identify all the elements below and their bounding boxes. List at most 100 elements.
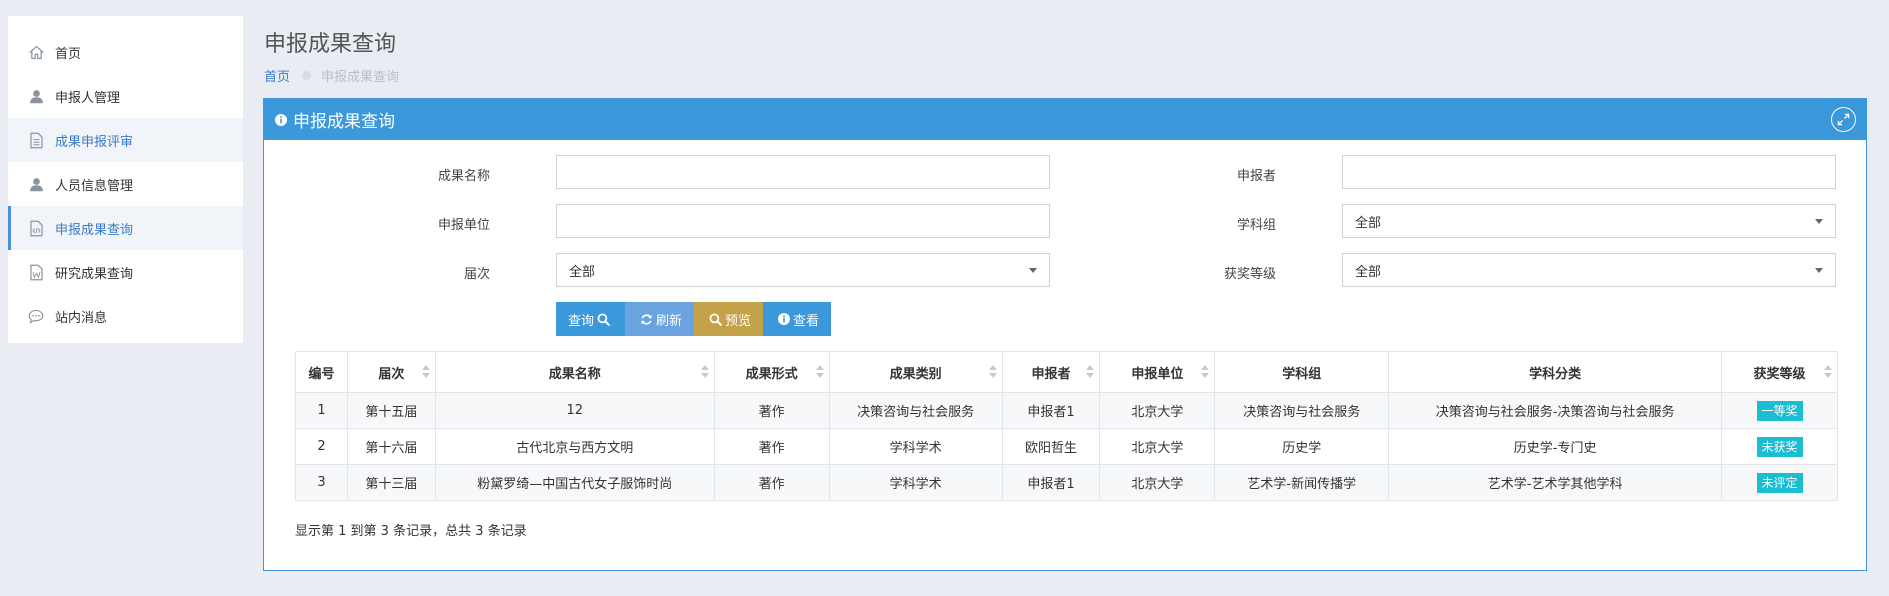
declaring-unit-label: 申报单位 <box>437 218 490 233</box>
query-button-label: 查询 <box>568 313 595 329</box>
sidebar-item-achievement-query[interactable]: 申报成果查询 <box>8 206 243 250</box>
sort-icon <box>988 365 997 378</box>
column-header-name[interactable]: 成果名称 <box>434 351 715 393</box>
query-button[interactable]: 查询 <box>556 302 626 336</box>
table-cell: 北京大学 <box>1099 464 1216 501</box>
subject-group-value: 全部 <box>1355 215 1382 231</box>
sort-icon <box>1086 365 1095 378</box>
table-cell: 著作 <box>713 392 830 429</box>
sidebar-item-achievement-review[interactable]: 成果申报评审 <box>8 118 243 162</box>
sidebar: 首页 申报人管理 成果申报评审 人员信息管理 申报成果查询 研究成果查询 站内消… <box>8 16 243 343</box>
award-level-select[interactable]: 全部 <box>1342 253 1836 287</box>
expand-icon <box>1837 113 1850 126</box>
panel-header: 申报成果查询 <box>264 99 1866 140</box>
breadcrumb-current: 申报成果查询 <box>321 70 400 85</box>
panel-title: 申报成果查询 <box>293 112 395 132</box>
table-row[interactable]: 3 第十三届 粉黛罗绮—中国古代女子服饰时尚 著作 学科学术 申报者1 北京大学… <box>295 464 1838 501</box>
sidebar-item-home[interactable]: 首页 <box>8 30 243 74</box>
table-cell: 3 <box>295 464 348 501</box>
session-label: 届次 <box>463 267 490 282</box>
column-header-unit[interactable]: 申报单位 <box>1099 351 1216 393</box>
sidebar-item-label: 申报人管理 <box>55 90 121 106</box>
chat-icon <box>26 306 46 326</box>
chevron-down-icon <box>1815 219 1823 224</box>
table-cell: 未获奖 <box>1721 428 1838 465</box>
table-cell: 著作 <box>713 464 830 501</box>
refresh-icon <box>637 313 656 326</box>
table-cell: 艺术学-新闻传播学 <box>1214 464 1390 501</box>
sidebar-item-label: 首页 <box>55 46 82 62</box>
table-cell: 申报者1 <box>1001 464 1101 501</box>
breadcrumb-home-link[interactable]: 首页 <box>264 66 290 85</box>
sort-icon <box>1201 365 1210 378</box>
info-icon <box>275 113 287 126</box>
preview-button[interactable]: 预览 <box>694 302 764 336</box>
sidebar-item-label: 人员信息管理 <box>55 178 134 194</box>
chevron-down-icon <box>1815 268 1823 273</box>
sidebar-item-label: 研究成果查询 <box>55 266 134 282</box>
table-cell: 12 <box>434 392 715 429</box>
sidebar-item-personnel-management[interactable]: 人员信息管理 <box>8 162 243 206</box>
sort-icon <box>815 365 824 378</box>
table-cell: 学科学术 <box>828 464 1003 501</box>
table-cell: 第十三届 <box>346 464 436 501</box>
table-cell: 1 <box>295 392 348 429</box>
column-header-category[interactable]: 成果类别 <box>828 351 1003 393</box>
column-header-subject-classification: 学科分类 <box>1388 351 1723 393</box>
table-cell: 艺术学-艺术学其他学科 <box>1388 464 1723 501</box>
column-header-session[interactable]: 届次 <box>346 351 436 393</box>
document-icon <box>26 130 46 150</box>
achievement-name-label: 成果名称 <box>437 169 490 184</box>
subject-group-select[interactable]: 全部 <box>1342 204 1836 238</box>
view-button[interactable]: 查看 <box>763 302 832 336</box>
award-badge: 一等奖 <box>1756 400 1803 421</box>
query-panel: 申报成果查询 成果名称 申报者 申报单位 学科组 全部 届次 全部 获奖等级 全… <box>263 98 1867 571</box>
user-icon <box>26 174 46 194</box>
sidebar-item-messages[interactable]: 站内消息 <box>8 294 243 338</box>
refresh-button[interactable]: 刷新 <box>625 302 695 336</box>
declarer-input[interactable] <box>1342 155 1836 189</box>
table-cell: 古代北京与西方文明 <box>434 428 715 465</box>
sidebar-item-declarer-management[interactable]: 申报人管理 <box>8 74 243 118</box>
table-row[interactable]: 2 第十六届 古代北京与西方文明 著作 学科学术 欧阳哲生 北京大学 历史学 历… <box>295 428 1838 465</box>
sort-icon <box>1824 365 1832 378</box>
session-value: 全部 <box>569 264 596 280</box>
table-cell: 第十六届 <box>346 428 436 465</box>
sort-icon <box>421 365 430 378</box>
table-cell: 决策咨询与社会服务-决策咨询与社会服务 <box>1388 392 1723 429</box>
table-cell: 申报者1 <box>1001 392 1101 429</box>
column-header-declarer[interactable]: 申报者 <box>1001 351 1101 393</box>
sidebar-item-research-query[interactable]: 研究成果查询 <box>8 250 243 294</box>
subject-group-label: 学科组 <box>1236 218 1276 233</box>
expand-button[interactable] <box>1831 107 1856 132</box>
table-cell: 一等奖 <box>1721 392 1838 429</box>
table-cell: 著作 <box>713 428 830 465</box>
info-icon <box>775 313 793 325</box>
award-level-value: 全部 <box>1355 264 1382 280</box>
pagination-summary: 显示第 1 到第 3 条记录，总共 3 条记录 <box>295 524 527 539</box>
sidebar-item-label: 成果申报评审 <box>55 134 134 150</box>
code-file-icon <box>26 218 46 238</box>
column-header-award-level[interactable]: 获奖等级 <box>1721 351 1838 393</box>
table-cell: 决策咨询与社会服务 <box>1214 392 1390 429</box>
column-header-subject-group: 学科组 <box>1214 351 1390 393</box>
view-button-label: 查看 <box>793 313 820 329</box>
preview-button-label: 预览 <box>725 313 752 329</box>
table-cell: 学科学术 <box>828 428 1003 465</box>
table-cell: 北京大学 <box>1099 392 1216 429</box>
page-title: 申报成果查询 <box>264 32 397 57</box>
refresh-button-label: 刷新 <box>656 313 683 329</box>
table-row[interactable]: 1 第十五届 12 著作 决策咨询与社会服务 申报者1 北京大学 决策咨询与社会… <box>295 392 1838 429</box>
column-header-form[interactable]: 成果形式 <box>713 351 830 393</box>
sidebar-item-label: 站内消息 <box>55 310 108 326</box>
achievement-name-input[interactable] <box>556 155 1050 189</box>
action-buttons: 查询 刷新 预览 查看 <box>556 302 832 336</box>
table-cell: 第十五届 <box>346 392 436 429</box>
results-table: 编号 届次 成果名称 成果形式 成果类别 申报者 申报单位 学科组 学科分类 获… <box>295 351 1838 501</box>
column-header-id: 编号 <box>295 351 348 393</box>
table-header-row: 编号 届次 成果名称 成果形式 成果类别 申报者 申报单位 学科组 学科分类 获… <box>295 351 1838 393</box>
declaring-unit-input[interactable] <box>556 204 1050 238</box>
search-icon <box>706 313 725 326</box>
breadcrumb-separator-icon <box>302 71 312 80</box>
session-select[interactable]: 全部 <box>556 253 1050 287</box>
